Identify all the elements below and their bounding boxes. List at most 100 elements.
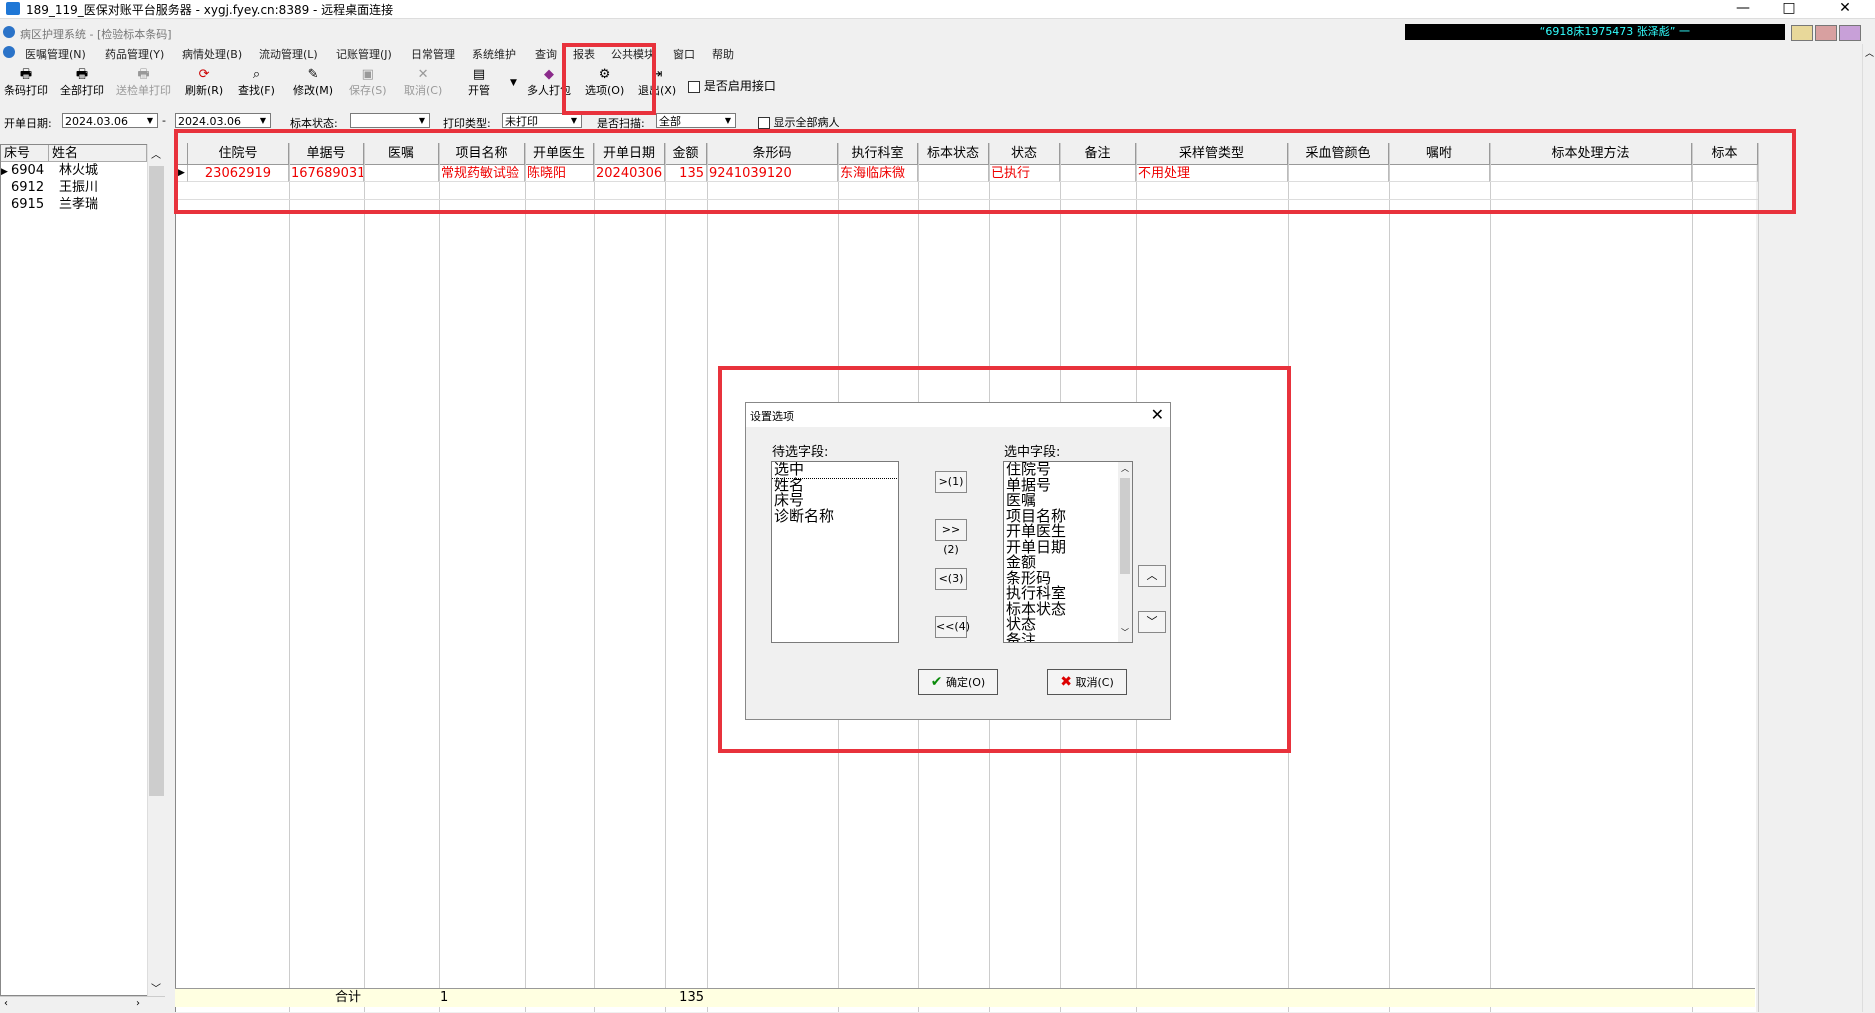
scroll-thumb[interactable] xyxy=(1120,478,1130,574)
list-item[interactable]: 备注 xyxy=(1004,632,1132,642)
find-button[interactable]: ⌕ 查找(F) xyxy=(238,68,275,98)
menu-query[interactable]: 查询 xyxy=(535,46,557,62)
refresh-button[interactable]: ⟳ 刷新(R) xyxy=(185,68,223,98)
print-type-select[interactable]: 未打印 ▼ xyxy=(502,113,582,128)
dropdown-arrow-icon[interactable]: ▼ xyxy=(510,78,517,88)
send-print-button[interactable]: 🖶 送检单打印 xyxy=(116,68,171,98)
scroll-left-icon[interactable]: ‹ xyxy=(4,998,8,1009)
save-icon: ▣ xyxy=(361,67,374,82)
app-menu-icon[interactable] xyxy=(3,46,15,58)
move-one-left-button[interactable]: <(3) xyxy=(935,568,967,590)
move-all-left-button[interactable]: <<(4) xyxy=(935,616,970,638)
dropdown-arrow-icon[interactable]: ▼ xyxy=(568,115,580,126)
refresh-icon: ⟳ xyxy=(198,67,210,82)
menu-window[interactable]: 窗口 xyxy=(673,46,695,62)
checkbox-box[interactable] xyxy=(758,117,770,129)
date-separator: - xyxy=(162,114,166,127)
edit-icon: ✎ xyxy=(307,67,319,82)
ok-button[interactable]: ✔ 确定(O) xyxy=(918,669,998,695)
patient-list-scrollbar[interactable]: ︿ ﹀ xyxy=(147,144,166,996)
mail-icon[interactable] xyxy=(1791,25,1813,41)
cross-icon: ✖ xyxy=(1060,674,1072,690)
menu-daily[interactable]: 日常管理 xyxy=(411,46,455,62)
barcode-print-button[interactable]: 🖶 条码打印 xyxy=(4,68,48,98)
cancel-button[interactable]: ✕ 取消(C) xyxy=(404,68,442,98)
magnifier-icon: ⌕ xyxy=(252,67,261,82)
printer-icon: 🖶 xyxy=(19,67,33,82)
dialog-titlebar: 设置选项 ✕ xyxy=(746,403,1170,427)
menu-order-mgmt[interactable]: 医嘱管理(N) xyxy=(25,46,86,62)
list-item[interactable]: 诊断名称 xyxy=(772,508,898,525)
open-tube-button[interactable]: ▤ 开管 xyxy=(468,68,490,98)
scroll-up-icon[interactable]: ︿ xyxy=(1865,46,1874,59)
printer-icon: 🖶 xyxy=(137,67,150,82)
date-to-picker[interactable]: 2024.03.06 ▼ xyxy=(175,113,271,128)
checkmark-icon: ✔ xyxy=(930,674,943,690)
menu-help[interactable]: 帮助 xyxy=(712,46,734,62)
close-panel-icon[interactable] xyxy=(1839,25,1861,41)
dropdown-arrow-icon[interactable]: ▼ xyxy=(416,115,428,126)
show-all-patients-checkbox[interactable]: 显示全部病人 xyxy=(758,114,840,130)
list-item[interactable]: 6915 兰孝瑞 xyxy=(1,196,147,213)
menu-bar: 医嘱管理(N) 药品管理(Y) 病情处理(B) 流动管理(L) 记账管理(J) … xyxy=(0,43,1875,61)
date-from-picker[interactable]: 2024.03.06 ▼ xyxy=(62,113,158,128)
save-button[interactable]: ▣ 保存(S) xyxy=(349,68,387,98)
options-dialog: 设置选项 ✕ 待选字段: 选中 姓名 床号 诊断名称 选中字段: 住院号 单据号… xyxy=(745,402,1171,720)
scroll-up-icon[interactable]: ︿ xyxy=(151,146,161,161)
modify-button[interactable]: ✎ 修改(M) xyxy=(293,68,333,98)
print-all-button[interactable]: 🖶 全部打印 xyxy=(60,68,104,98)
notification-banner: “6918床1975473 张泽彪” 一 xyxy=(1405,24,1785,40)
menu-system[interactable]: 系统维护 xyxy=(472,46,516,62)
scanned-select[interactable]: 全部 ▼ xyxy=(656,113,736,128)
scroll-down-icon[interactable]: ﹀ xyxy=(1120,628,1130,638)
maximize-button[interactable]: □ xyxy=(1766,0,1812,18)
selected-fields-list[interactable]: 住院号 单据号 医嘱 项目名称 开单医生 开单日期 金额 条形码 执行科室 标本… xyxy=(1003,461,1133,643)
remote-desktop-icon xyxy=(6,2,20,15)
patient-rows: ▶ 6904 林火城 6912 王振川 6915 兰孝瑞 xyxy=(1,162,147,213)
grid-footer: 合计 1 135 xyxy=(175,988,1755,1007)
patient-list-hscroll[interactable]: ‹ › xyxy=(0,996,165,1013)
list-item[interactable]: 6912 王振川 xyxy=(1,179,147,196)
selected-fields-label: 选中字段: xyxy=(1004,445,1061,460)
scroll-right-icon[interactable]: › xyxy=(136,998,140,1009)
specimen-status-select[interactable]: ▼ xyxy=(350,113,430,128)
enable-interface-checkbox[interactable]: 是否启用接口 xyxy=(688,77,776,94)
patient-list: 床号 姓名 ▶ 6904 林火城 6912 王振川 6915 兰孝瑞 xyxy=(0,144,165,996)
scroll-up-icon[interactable]: ︿ xyxy=(1120,464,1130,474)
cancel-x-icon: ✕ xyxy=(417,67,429,82)
app-logo-icon xyxy=(3,26,15,38)
available-fields-label: 待选字段: xyxy=(772,445,829,460)
move-down-button[interactable]: ﹀ xyxy=(1138,611,1166,633)
dropdown-arrow-icon[interactable]: ▼ xyxy=(144,115,156,126)
book-icon: ◆ xyxy=(544,67,554,82)
message-icon[interactable] xyxy=(1815,25,1837,41)
date-label: 开单日期: xyxy=(4,117,52,130)
footer-count: 1 xyxy=(440,990,449,1005)
move-one-right-button[interactable]: >(1) xyxy=(935,471,967,493)
menu-flow-mgmt[interactable]: 流动管理(L) xyxy=(259,46,318,62)
scroll-down-icon[interactable]: ﹀ xyxy=(151,980,161,995)
dropdown-arrow-icon[interactable]: ▼ xyxy=(257,115,269,126)
dialog-title: 设置选项 xyxy=(750,410,794,423)
move-all-right-button[interactable]: >>(2) xyxy=(935,519,967,556)
available-fields-list[interactable]: 选中 姓名 床号 诊断名称 xyxy=(771,461,899,643)
move-up-button[interactable]: ︿ xyxy=(1138,565,1166,587)
menu-drug-mgmt[interactable]: 药品管理(Y) xyxy=(105,46,164,62)
highlight-options-button xyxy=(562,43,656,115)
cancel-dialog-button[interactable]: ✖ 取消(C) xyxy=(1047,669,1127,695)
header-name[interactable]: 姓名 xyxy=(49,145,147,162)
printer-icon: 🖶 xyxy=(75,67,89,82)
app-title: 病区护理系统 - [检验标本条码] xyxy=(20,28,172,41)
dropdown-arrow-icon[interactable]: ▼ xyxy=(722,115,734,126)
header-bed[interactable]: 床号 xyxy=(1,145,49,162)
menu-condition[interactable]: 病情处理(B) xyxy=(182,46,242,62)
window-scrollbar[interactable]: ︿ xyxy=(1862,44,1875,1012)
close-button[interactable]: ✕ xyxy=(1822,0,1868,18)
dialog-close-icon[interactable]: ✕ xyxy=(1151,405,1164,424)
list-item[interactable]: ▶ 6904 林火城 xyxy=(1,162,147,179)
selected-list-scrollbar[interactable]: ︿ ﹀ xyxy=(1118,462,1132,642)
checkbox-box[interactable] xyxy=(688,80,700,93)
minimize-button[interactable]: — xyxy=(1720,0,1766,18)
menu-billing[interactable]: 记账管理(J) xyxy=(336,46,392,62)
scroll-thumb[interactable] xyxy=(149,166,164,796)
